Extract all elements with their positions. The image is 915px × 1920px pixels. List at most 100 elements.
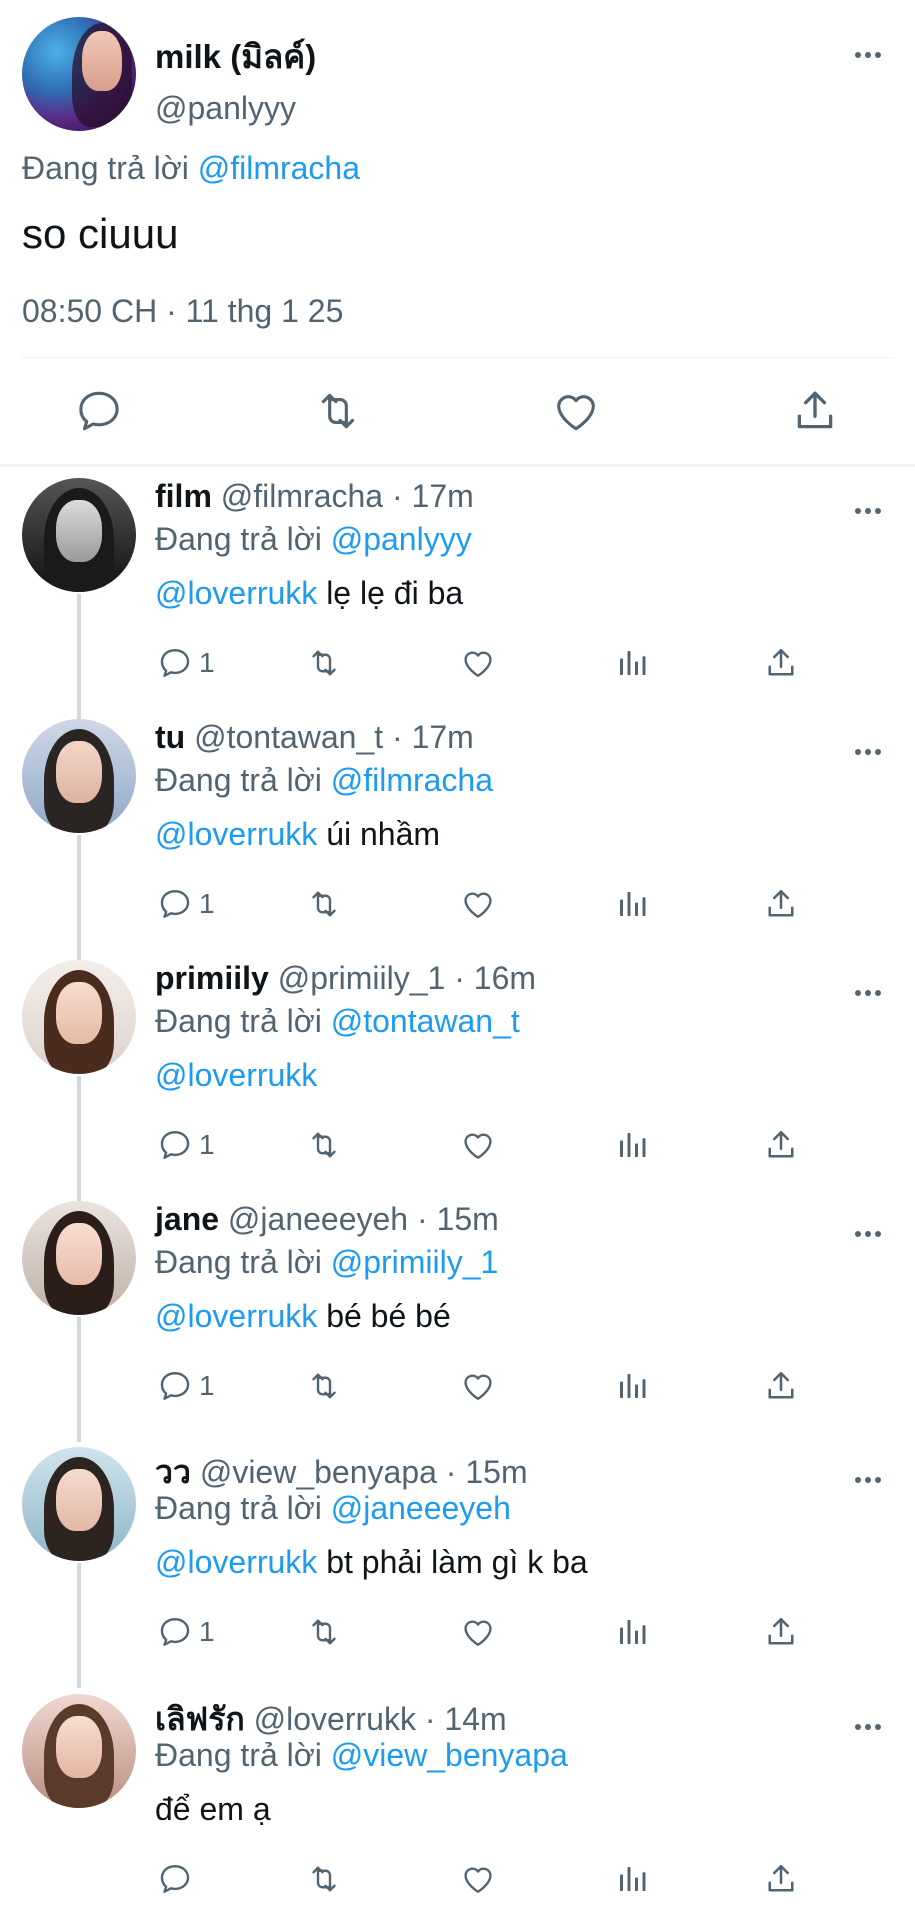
replying-to-link[interactable]: @tontawan_t <box>331 1003 520 1039</box>
replying-to-link[interactable]: @view_benyapa <box>331 1737 568 1773</box>
mention-link[interactable]: @loverrukk <box>155 1544 317 1580</box>
like-icon[interactable] <box>551 386 601 436</box>
reply-button[interactable]: 1 <box>157 1612 215 1652</box>
more-options-icon[interactable] <box>846 978 890 1008</box>
like-button[interactable] <box>460 1366 496 1406</box>
reply-button[interactable]: 1 <box>157 643 215 683</box>
author-name[interactable]: primiily <box>155 960 269 996</box>
reply-button[interactable]: 1 <box>157 1366 215 1406</box>
replying-to-link[interactable]: @panlyyy <box>331 521 472 557</box>
reply-time[interactable]: 17m <box>412 719 474 755</box>
retweet-button[interactable] <box>306 1859 342 1899</box>
reply-tweet[interactable]: primiily @primiily_1 · 16m Đang trả lời … <box>0 960 915 1201</box>
reply-time[interactable]: 15m <box>465 1454 527 1490</box>
reply-button[interactable] <box>157 1859 199 1899</box>
views-button[interactable] <box>614 1612 650 1652</box>
retweet-button[interactable] <box>306 1125 342 1165</box>
more-options-icon[interactable] <box>846 1712 890 1742</box>
reply-count: 1 <box>199 647 215 678</box>
tweet-text: so ciuuu <box>22 210 179 257</box>
author-name[interactable]: jane <box>155 1201 219 1237</box>
mention-link[interactable]: @loverrukk <box>155 1057 317 1093</box>
reply-icon <box>157 886 193 922</box>
more-options-icon[interactable] <box>846 1465 890 1495</box>
like-button[interactable] <box>460 1859 496 1899</box>
reply-button[interactable]: 1 <box>157 884 215 924</box>
retweet-icon[interactable] <box>313 386 363 436</box>
reply-time[interactable]: 14m <box>444 1701 506 1737</box>
retweet-icon <box>306 1127 342 1163</box>
reply-header: tu @tontawan_t · 17m <box>155 719 474 756</box>
views-button[interactable] <box>614 884 650 924</box>
views-button[interactable] <box>614 1859 650 1899</box>
author-name[interactable]: milk (มิลค์) <box>155 30 316 83</box>
avatar[interactable] <box>22 1447 136 1561</box>
views-button[interactable] <box>614 1125 650 1165</box>
more-options-icon[interactable] <box>846 1219 890 1249</box>
author-name[interactable]: film <box>155 478 212 514</box>
replying-to-link[interactable]: @primiily_1 <box>331 1244 499 1280</box>
more-options-icon[interactable] <box>846 737 890 767</box>
like-button[interactable] <box>460 1125 496 1165</box>
retweet-button[interactable] <box>306 884 342 924</box>
reply-icon[interactable] <box>74 386 124 436</box>
like-button[interactable] <box>460 1612 496 1652</box>
avatar[interactable] <box>22 1201 136 1315</box>
like-button[interactable] <box>460 643 496 683</box>
author-handle[interactable]: @filmracha <box>221 478 383 514</box>
reply-tweet[interactable]: tu @tontawan_t · 17m Đang trả lời @filmr… <box>0 719 915 960</box>
author-handle[interactable]: @primiily_1 <box>278 960 446 996</box>
mention-link[interactable]: @loverrukk <box>155 1298 317 1334</box>
thread-line <box>77 1317 81 1442</box>
views-button[interactable] <box>614 643 650 683</box>
reply-time[interactable]: 15m <box>437 1201 499 1237</box>
avatar[interactable] <box>22 719 136 833</box>
share-button[interactable] <box>763 1612 799 1652</box>
reply-tweet[interactable]: film @filmracha · 17m Đang trả lời @panl… <box>0 478 915 719</box>
mention-link[interactable]: @loverrukk <box>155 575 317 611</box>
retweet-button[interactable] <box>306 643 342 683</box>
more-options-icon[interactable] <box>846 496 890 526</box>
author-name[interactable]: เลิฟรัก <box>155 1701 245 1737</box>
reply-tweet[interactable]: jane @janeeeyeh · 15m Đang trả lời @prim… <box>0 1201 915 1442</box>
thread-line <box>77 1563 81 1688</box>
replying-to-link[interactable]: @janeeeyeh <box>331 1490 511 1526</box>
tweet-timestamp[interactable]: 08:50 CH · 11 thg 1 25 <box>22 293 343 330</box>
author-handle[interactable]: @tontawan_t <box>194 719 383 755</box>
avatar[interactable] <box>22 17 136 131</box>
retweet-button[interactable] <box>306 1366 342 1406</box>
reply-time[interactable]: 17m <box>412 478 474 514</box>
avatar[interactable] <box>22 478 136 592</box>
author-name[interactable]: tu <box>155 719 185 755</box>
mention-link[interactable]: @loverrukk <box>155 816 317 852</box>
reply-body: lẹ lẹ đi ba <box>317 575 464 611</box>
reply-tweet[interactable]: เลิฟรัก @loverrukk · 14m Đang trả lời @v… <box>0 1694 915 1920</box>
reply-button[interactable]: 1 <box>157 1125 215 1165</box>
author-name[interactable]: วว <box>155 1454 191 1490</box>
retweet-button[interactable] <box>306 1612 342 1652</box>
share-button[interactable] <box>763 643 799 683</box>
author-handle[interactable]: @janeeeyeh <box>228 1201 408 1237</box>
share-button[interactable] <box>763 1366 799 1406</box>
share-button[interactable] <box>763 884 799 924</box>
retweet-icon <box>306 1861 342 1897</box>
reply-icon <box>157 1614 193 1650</box>
replying-to-link[interactable]: @filmracha <box>331 762 493 798</box>
replying-to-link[interactable]: @filmracha <box>198 150 360 186</box>
reply-time[interactable]: 16m <box>474 960 536 996</box>
views-button[interactable] <box>614 1366 650 1406</box>
replying-label: Đang trả lời <box>22 150 189 186</box>
replying-to: Đang trả lời @filmracha <box>22 150 360 187</box>
share-button[interactable] <box>763 1859 799 1899</box>
avatar[interactable] <box>22 1694 136 1808</box>
more-options-icon[interactable] <box>846 40 890 70</box>
avatar[interactable] <box>22 960 136 1074</box>
like-button[interactable] <box>460 884 496 924</box>
share-button[interactable] <box>763 1125 799 1165</box>
author-handle[interactable]: @panlyyy <box>155 90 296 127</box>
share-icon[interactable] <box>790 386 840 436</box>
author-handle[interactable]: @loverrukk <box>254 1701 416 1737</box>
retweet-icon <box>306 1614 342 1650</box>
reply-tweet[interactable]: วว @view_benyapa · 15m Đang trả lời @jan… <box>0 1447 915 1688</box>
author-handle[interactable]: @view_benyapa <box>200 1454 437 1490</box>
